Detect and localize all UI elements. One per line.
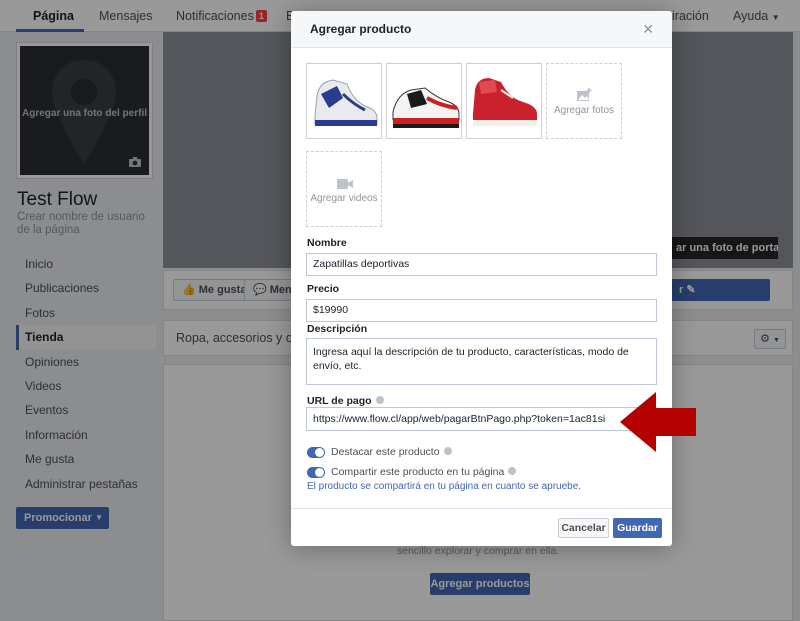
add-videos-label: Agregar videos	[310, 193, 378, 204]
product-photo-1[interactable]	[306, 63, 382, 139]
description-label: Descripción	[307, 323, 368, 335]
add-photo-icon	[577, 88, 592, 101]
add-product-dialog: Agregar producto ✕ Agregar fotos Agregar…	[291, 11, 672, 546]
sneaker-image	[307, 64, 381, 138]
product-photo-2[interactable]	[386, 63, 462, 139]
dialog-header: Agregar producto ✕	[291, 11, 672, 48]
share-product-label-text: Compartir este producto en tu página	[331, 466, 505, 478]
name-field[interactable]: Zapatillas deportivas	[306, 253, 657, 276]
payment-url-field[interactable]: https://www.flow.cl/app/web/pagarBtnPago…	[306, 407, 657, 431]
info-icon[interactable]	[443, 447, 452, 455]
close-icon[interactable]: ✕	[642, 21, 654, 38]
product-photo-3[interactable]	[466, 63, 542, 139]
dialog-footer: Cancelar Guardar	[291, 508, 672, 546]
sneaker-image	[387, 64, 461, 138]
sneaker-image	[467, 64, 541, 138]
cancel-button[interactable]: Cancelar	[558, 518, 609, 538]
payment-url-label-text: URL de pago	[307, 395, 372, 407]
add-photos-button[interactable]: Agregar fotos	[546, 63, 622, 139]
add-photos-label: Agregar fotos	[553, 105, 615, 116]
feature-product-label-text: Destacar este producto	[331, 446, 440, 458]
share-product-toggle[interactable]	[307, 467, 325, 478]
name-label: Nombre	[307, 237, 347, 249]
description-field[interactable]: Ingresa aquí la descripción de tu produc…	[306, 338, 657, 385]
red-arrow-annotation	[620, 392, 696, 452]
feature-product-toggle[interactable]	[307, 447, 325, 458]
share-note-link[interactable]: El producto se compartirá en tu página e…	[307, 481, 581, 492]
info-icon[interactable]	[508, 467, 517, 475]
payment-url-label: URL de pago	[307, 395, 384, 407]
info-icon[interactable]	[375, 396, 384, 404]
video-camera-icon	[337, 179, 353, 189]
dialog-title: Agregar producto	[310, 22, 412, 36]
price-label: Precio	[307, 283, 340, 295]
save-button[interactable]: Guardar	[613, 518, 662, 538]
share-product-label: Compartir este producto en tu página	[331, 466, 517, 478]
feature-product-label: Destacar este producto	[331, 446, 452, 458]
add-videos-button[interactable]: Agregar videos	[306, 151, 382, 227]
price-field[interactable]: $19990	[306, 299, 657, 322]
